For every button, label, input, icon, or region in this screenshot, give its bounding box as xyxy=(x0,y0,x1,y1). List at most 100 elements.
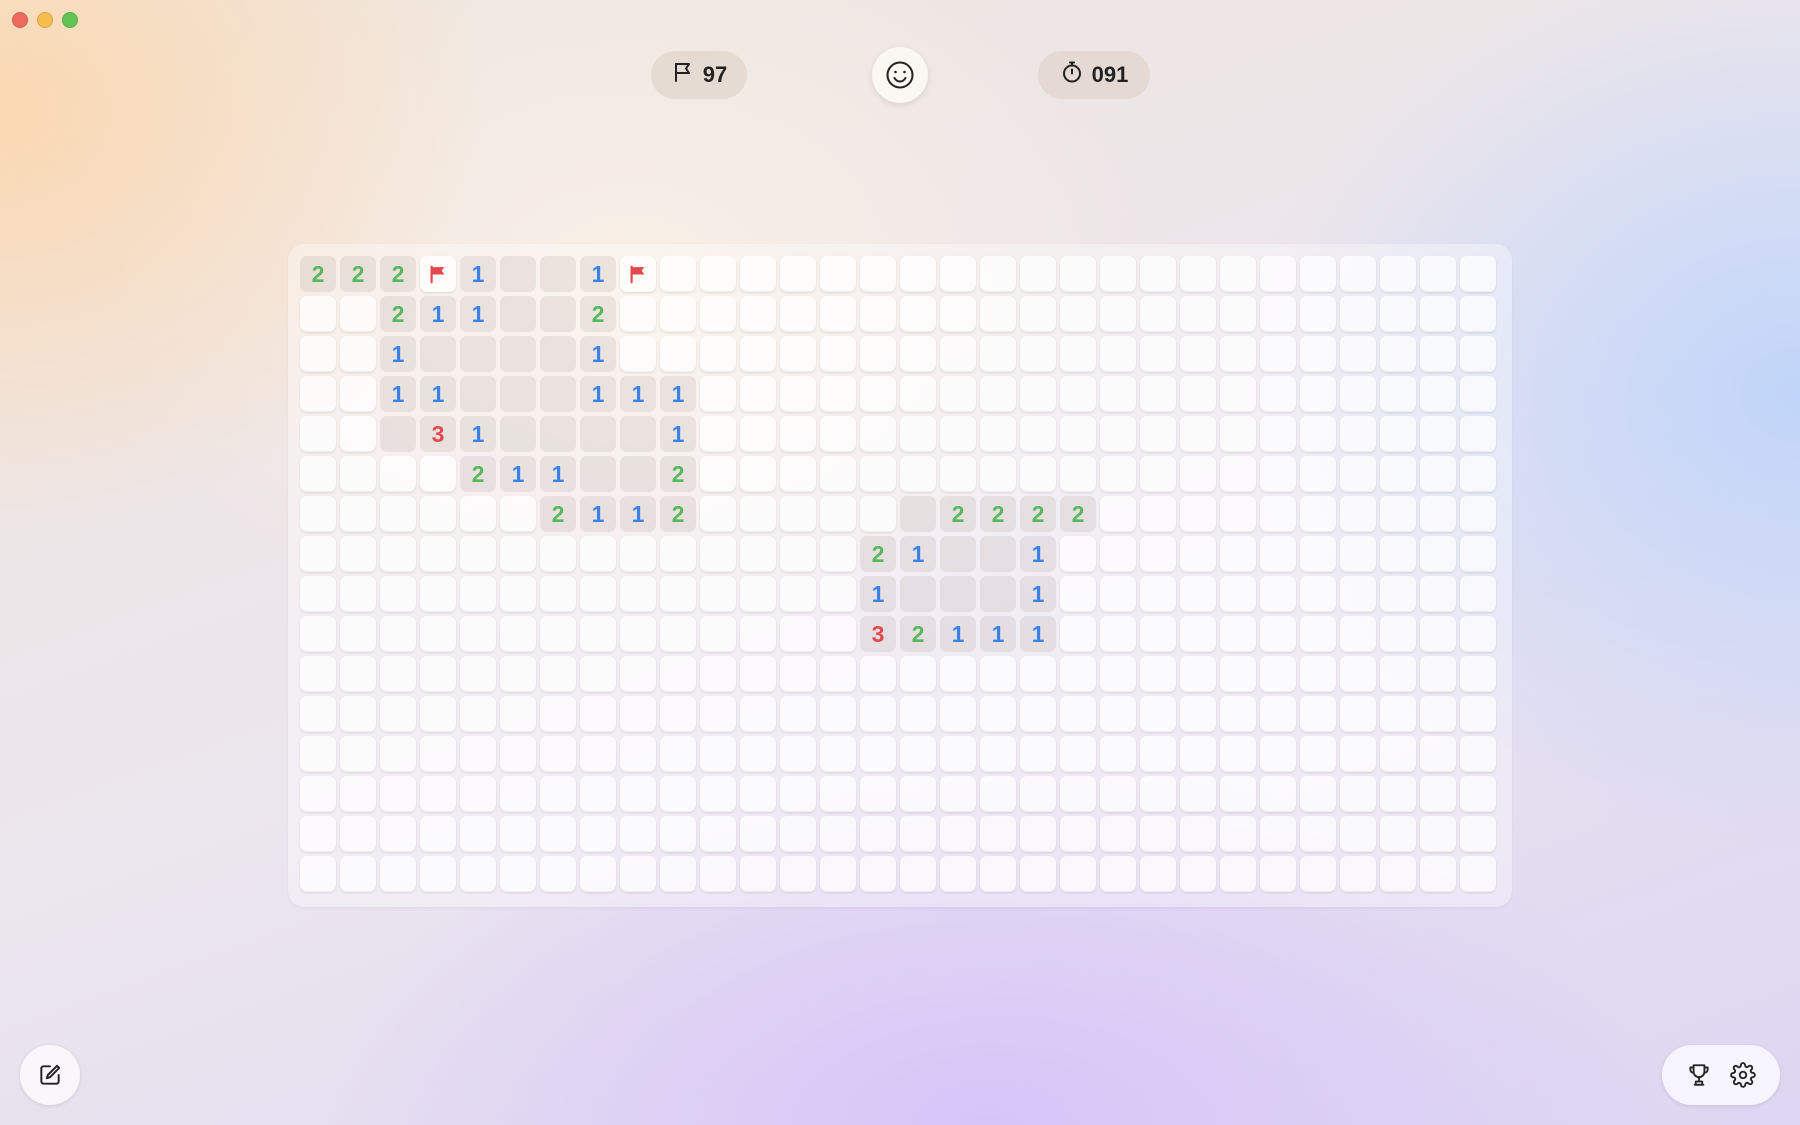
hidden-cell[interactable] xyxy=(380,616,416,652)
hidden-cell[interactable] xyxy=(1140,536,1176,572)
hidden-cell[interactable] xyxy=(500,536,536,572)
hidden-cell[interactable] xyxy=(340,496,376,532)
hidden-cell[interactable] xyxy=(1300,416,1336,452)
hidden-cell[interactable] xyxy=(1300,656,1336,692)
hidden-cell[interactable] xyxy=(1300,736,1336,772)
hidden-cell[interactable] xyxy=(1100,536,1136,572)
hidden-cell[interactable] xyxy=(1460,496,1496,532)
hidden-cell[interactable] xyxy=(540,856,576,892)
hidden-cell[interactable] xyxy=(1020,416,1056,452)
edit-button[interactable] xyxy=(20,1045,80,1105)
hidden-cell[interactable] xyxy=(860,656,896,692)
hidden-cell[interactable] xyxy=(1140,376,1176,412)
hidden-cell[interactable] xyxy=(1220,616,1256,652)
hidden-cell[interactable] xyxy=(620,856,656,892)
flagged-cell[interactable] xyxy=(620,256,656,292)
hidden-cell[interactable] xyxy=(420,656,456,692)
hidden-cell[interactable] xyxy=(620,536,656,572)
hidden-cell[interactable] xyxy=(980,256,1016,292)
number-cell[interactable]: 3 xyxy=(860,616,896,652)
hidden-cell[interactable] xyxy=(700,496,736,532)
hidden-cell[interactable] xyxy=(300,856,336,892)
number-cell[interactable]: 2 xyxy=(340,256,376,292)
hidden-cell[interactable] xyxy=(700,336,736,372)
hidden-cell[interactable] xyxy=(1100,816,1136,852)
hidden-cell[interactable] xyxy=(1260,336,1296,372)
hidden-cell[interactable] xyxy=(1460,416,1496,452)
hidden-cell[interactable] xyxy=(1260,456,1296,492)
hidden-cell[interactable] xyxy=(620,776,656,812)
revealed-empty-cell[interactable] xyxy=(420,336,456,372)
hidden-cell[interactable] xyxy=(860,816,896,852)
hidden-cell[interactable] xyxy=(660,776,696,812)
hidden-cell[interactable] xyxy=(1100,656,1136,692)
hidden-cell[interactable] xyxy=(1420,256,1456,292)
number-cell[interactable]: 2 xyxy=(940,496,976,532)
revealed-empty-cell[interactable] xyxy=(540,376,576,412)
hidden-cell[interactable] xyxy=(1380,736,1416,772)
number-cell[interactable]: 1 xyxy=(420,376,456,412)
hidden-cell[interactable] xyxy=(300,616,336,652)
hidden-cell[interactable] xyxy=(1340,576,1376,612)
hidden-cell[interactable] xyxy=(1340,816,1376,852)
hidden-cell[interactable] xyxy=(980,696,1016,732)
hidden-cell[interactable] xyxy=(860,256,896,292)
hidden-cell[interactable] xyxy=(300,416,336,452)
revealed-empty-cell[interactable] xyxy=(620,416,656,452)
hidden-cell[interactable] xyxy=(980,376,1016,412)
hidden-cell[interactable] xyxy=(1180,656,1216,692)
hidden-cell[interactable] xyxy=(580,536,616,572)
hidden-cell[interactable] xyxy=(780,816,816,852)
hidden-cell[interactable] xyxy=(1260,376,1296,412)
hidden-cell[interactable] xyxy=(300,336,336,372)
hidden-cell[interactable] xyxy=(1260,576,1296,612)
hidden-cell[interactable] xyxy=(380,496,416,532)
hidden-cell[interactable] xyxy=(900,336,936,372)
hidden-cell[interactable] xyxy=(1060,736,1096,772)
hidden-cell[interactable] xyxy=(1100,416,1136,452)
number-cell[interactable]: 1 xyxy=(460,256,496,292)
hidden-cell[interactable] xyxy=(1380,616,1416,652)
new-game-face-button[interactable] xyxy=(872,47,928,103)
hidden-cell[interactable] xyxy=(820,656,856,692)
revealed-empty-cell[interactable] xyxy=(940,536,976,572)
hidden-cell[interactable] xyxy=(940,376,976,412)
hidden-cell[interactable] xyxy=(1460,536,1496,572)
hidden-cell[interactable] xyxy=(300,576,336,612)
hidden-cell[interactable] xyxy=(1380,456,1416,492)
hidden-cell[interactable] xyxy=(780,696,816,732)
hidden-cell[interactable] xyxy=(820,816,856,852)
hidden-cell[interactable] xyxy=(740,856,776,892)
hidden-cell[interactable] xyxy=(500,816,536,852)
hidden-cell[interactable] xyxy=(460,576,496,612)
hidden-cell[interactable] xyxy=(940,776,976,812)
hidden-cell[interactable] xyxy=(1020,456,1056,492)
number-cell[interactable]: 2 xyxy=(1020,496,1056,532)
hidden-cell[interactable] xyxy=(540,816,576,852)
hidden-cell[interactable] xyxy=(900,256,936,292)
hidden-cell[interactable] xyxy=(940,416,976,452)
hidden-cell[interactable] xyxy=(740,416,776,452)
revealed-empty-cell[interactable] xyxy=(540,336,576,372)
hidden-cell[interactable] xyxy=(460,496,496,532)
hidden-cell[interactable] xyxy=(1100,576,1136,612)
hidden-cell[interactable] xyxy=(620,696,656,732)
hidden-cell[interactable] xyxy=(900,736,936,772)
hidden-cell[interactable] xyxy=(1460,656,1496,692)
hidden-cell[interactable] xyxy=(940,856,976,892)
hidden-cell[interactable] xyxy=(780,656,816,692)
hidden-cell[interactable] xyxy=(1100,736,1136,772)
hidden-cell[interactable] xyxy=(820,616,856,652)
hidden-cell[interactable] xyxy=(1060,696,1096,732)
hidden-cell[interactable] xyxy=(1060,776,1096,812)
hidden-cell[interactable] xyxy=(300,496,336,532)
hidden-cell[interactable] xyxy=(660,816,696,852)
number-cell[interactable]: 1 xyxy=(660,376,696,412)
hidden-cell[interactable] xyxy=(420,776,456,812)
hidden-cell[interactable] xyxy=(1220,296,1256,332)
hidden-cell[interactable] xyxy=(1220,536,1256,572)
revealed-empty-cell[interactable] xyxy=(900,496,936,532)
hidden-cell[interactable] xyxy=(1140,416,1176,452)
hidden-cell[interactable] xyxy=(1300,496,1336,532)
hidden-cell[interactable] xyxy=(740,296,776,332)
